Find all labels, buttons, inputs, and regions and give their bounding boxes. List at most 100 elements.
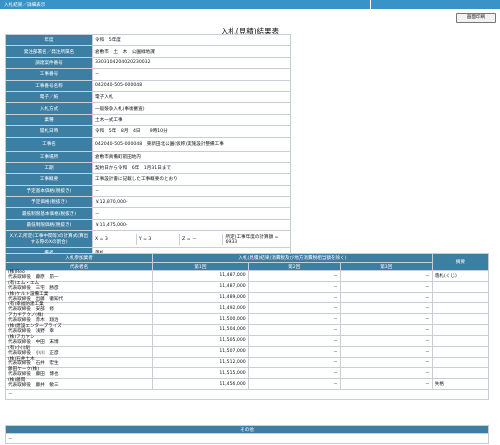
info-label: 工事番号名称 bbox=[5, 79, 93, 92]
bid-note bbox=[431, 367, 490, 380]
bidder-representative: 代表取締役 小川 正彦 bbox=[8, 350, 59, 356]
bid-note bbox=[431, 345, 490, 358]
table-row: (株)藤岡 代表取締役 藤井 敏三 11,456,000 －－失格 bbox=[4, 378, 490, 390]
bid-note bbox=[431, 324, 490, 336]
bid-note bbox=[431, 280, 490, 293]
info-value: 3303104204020230032 bbox=[92, 56, 291, 70]
round2-amount: － bbox=[247, 324, 341, 336]
info-label: 年度 bbox=[5, 33, 93, 47]
breadcrumb: 入札結果／詳細表示 bbox=[4, 2, 46, 8]
bidder-cell: (株)アカヤシ 代表取締役 中田 末博 bbox=[4, 334, 154, 347]
round2-amount: － bbox=[247, 313, 341, 326]
info-value: 倉敷市 土 木 公園緑地課 bbox=[92, 45, 291, 58]
info-value: 土木一式工事 bbox=[92, 113, 291, 127]
round3-amount: － bbox=[339, 302, 433, 315]
info-label: 工事番号 bbox=[5, 68, 93, 81]
round1-amount: 11,489,000 bbox=[152, 291, 249, 304]
col-note: 摘要 bbox=[431, 253, 490, 271]
info-row: 予定基本価格(税抜き) － bbox=[5, 184, 291, 198]
info-label: 最低制限基本価格(税抜き) bbox=[5, 207, 93, 220]
info-table: 年度 令和 5年度 発注部署名／発注所属名 倉敷市 土 木 公園緑地課 調達案件番号 33… bbox=[5, 33, 291, 260]
other-header-row: その他 bbox=[5, 425, 489, 434]
table-row: (有)幸福防建工業 代表取締役 安部 修 11,492,000 －－ bbox=[4, 302, 490, 315]
bid-note bbox=[431, 334, 490, 347]
info-label: 電子／紙 bbox=[5, 90, 93, 104]
round3-amount: － bbox=[339, 367, 433, 380]
table-row: (有)小川組 代表取締役 小川 正彦 11,507,000 －－ bbox=[4, 345, 490, 358]
info-label: 工事名 bbox=[5, 136, 93, 152]
info-row: 調達案件番号 3303104204020230032 bbox=[5, 56, 291, 70]
round3-amount: － bbox=[339, 291, 433, 304]
info-value: 契約日から令和 6年 1月31日まで bbox=[92, 161, 291, 175]
bidder-cell: (有)小川組 代表取締役 小川 正彦 bbox=[4, 345, 154, 358]
formula-cell: Y = 3 bbox=[135, 233, 181, 245]
info-row: 開札日時 令和 5年 8月 4日 9時10分 bbox=[5, 125, 291, 138]
topbar-divider bbox=[370, 0, 371, 9]
print-button[interactable]: 画面印刷 bbox=[456, 13, 496, 23]
formula-cell: Z = － bbox=[179, 233, 224, 245]
bid-note: 落札(くじ) bbox=[431, 270, 490, 282]
round1-amount: 11,505,000 bbox=[152, 334, 249, 347]
bid-tail-row: － bbox=[5, 388, 489, 400]
bidder-cell: (株)藤岡 代表取締役 藤井 敏三 bbox=[4, 378, 154, 390]
round3-amount: － bbox=[339, 334, 433, 347]
info-label: 入札方式 bbox=[5, 102, 93, 115]
info-value: 一般競争入札(事後審査) bbox=[92, 102, 291, 115]
round3-amount: － bbox=[339, 313, 433, 326]
col-rep: 代表者名 bbox=[4, 262, 154, 271]
info-value: ￥11,475,000- bbox=[92, 218, 291, 232]
bid-subheader-row: 代表者名 第1回 第2回 第3回 bbox=[4, 262, 489, 271]
bid-rows: (株)Reo 代表取締役 藤原 昂一 11,487,000 －－落札(くじ) (有)エム… bbox=[4, 270, 490, 390]
table-row: (株)Reo 代表取締役 藤原 昂一 11,487,000 －－落札(くじ) bbox=[4, 270, 490, 282]
bidder-representative: 代表取締役 藤井 敏三 bbox=[8, 383, 59, 389]
round1-amount: 11,515,000 bbox=[152, 367, 249, 380]
bid-note bbox=[431, 313, 490, 326]
info-row: 工期 契約日から令和 6年 1月31日まで bbox=[5, 161, 291, 175]
info-row: 工事番号－ bbox=[5, 68, 291, 81]
formula-cell: X = 3 bbox=[93, 233, 137, 245]
info-row: 電子／紙 電子入札 bbox=[5, 90, 291, 104]
info-row: 予定価格(税抜き) ￥12,870,000- bbox=[5, 196, 291, 209]
info-row: 入札方式 一般競争入札(事後審査) bbox=[5, 102, 291, 115]
round1-amount: 11,500,000 bbox=[152, 313, 249, 326]
info-row: X,Y,Z,所定(工事中間等)の計算式(算出する際のXの割合) X = 3Y = … bbox=[5, 230, 291, 249]
round2-amount: － bbox=[247, 334, 341, 347]
info-row: 工事番号名称 042040-505-000048 bbox=[5, 79, 291, 92]
info-value: 倉敷市真備町箭田地内 bbox=[92, 150, 291, 163]
round2-amount: － bbox=[247, 280, 341, 293]
info-value: 042040-505-000048 bbox=[92, 79, 291, 92]
info-label: 工事場所 bbox=[5, 150, 93, 163]
round2-amount: － bbox=[247, 302, 341, 315]
bidder-cell: (株)Reo 代表取締役 藤原 昂一 bbox=[4, 270, 154, 282]
bid-note: 失格 bbox=[431, 378, 490, 390]
table-row: (有)エム・エム 代表取締役 三宅 勝彦 11,487,000 －－ bbox=[4, 280, 490, 293]
bid-note bbox=[431, 291, 490, 304]
other-value: － bbox=[5, 433, 489, 444]
formula-table: X = 3Y = 3Z = －所定(工事年度の計算額 = 6933 bbox=[93, 233, 290, 245]
col-round3: 第3回 bbox=[339, 262, 433, 271]
round1-amount: 11,512,000 bbox=[152, 356, 249, 369]
round2-amount: － bbox=[247, 378, 341, 390]
info-row: 発注部署名／発注所属名 倉敷市 土 木 公園緑地課 bbox=[5, 45, 291, 58]
round2-amount: － bbox=[247, 367, 341, 380]
bid-results-table: 入札参加業者 入札(見積)結果(消費税及び地方消費税相当額を除く) 摘要 代表者… bbox=[4, 253, 490, 400]
info-value: － bbox=[92, 207, 291, 220]
table-row: 藤田ケーク(株) 代表取締役 藤田 博也 11,515,000 －－ bbox=[4, 367, 490, 380]
other-value-row: － bbox=[5, 433, 489, 444]
info-table-body: 年度 令和 5年度 発注部署名／発注所属名 倉敷市 土 木 公園緑地課 調達案件番号 33… bbox=[5, 33, 291, 260]
col-amount-group: 入札(見積)結果(消費税及び地方消費税相当額を除く) bbox=[152, 253, 433, 263]
other-header: その他 bbox=[5, 425, 489, 434]
info-value: － bbox=[92, 184, 291, 198]
info-label: 予定価格(税抜き) bbox=[5, 196, 93, 209]
info-label: 業種 bbox=[5, 113, 93, 127]
info-row: 工事概要 工事設計書に記載した工事概要のとおり bbox=[5, 173, 291, 186]
info-label: 発注部署名／発注所属名 bbox=[5, 45, 93, 58]
round1-amount: 11,507,000 bbox=[152, 345, 249, 358]
round1-amount: 11,487,000 bbox=[152, 280, 249, 293]
info-label: 最低制限価格(税抜き) bbox=[5, 218, 93, 232]
table-row: (株)ケルト設備工業 代表取締役 出藤 徹知代 11,489,000 －－ bbox=[4, 291, 490, 304]
round3-amount: － bbox=[339, 324, 433, 336]
round1-amount: 11,492,000 bbox=[152, 302, 249, 315]
top-bar: 入札結果／詳細表示 bbox=[0, 0, 500, 9]
info-label: 工事概要 bbox=[5, 173, 93, 186]
